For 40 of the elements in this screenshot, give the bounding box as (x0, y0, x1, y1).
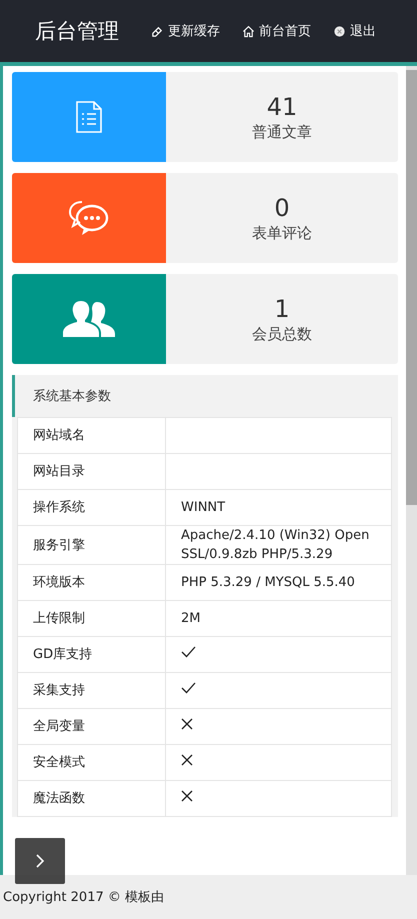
table-cell: GD库支持 (18, 636, 166, 672)
stat-value: 0 (274, 194, 290, 222)
stat-label: 普通文章 (252, 122, 312, 142)
home-icon (242, 24, 255, 38)
table-cell: 上传限制 (18, 600, 166, 636)
table-cell: 网站目录 (18, 454, 166, 490)
stat-label: 表单评论 (252, 224, 312, 242)
stat-value: 41 (266, 92, 298, 120)
table-cell: 操作系统 (18, 490, 166, 526)
table-cell: 环境版本 (18, 564, 166, 600)
eraser-icon (151, 24, 164, 38)
table-cell: PHP 5.3.29 / MYSQL 5.5.40 (166, 564, 392, 600)
users-icon (61, 299, 117, 339)
cross-icon (181, 718, 193, 730)
table-cell: 服务引擎 (18, 526, 166, 564)
expand-button[interactable] (15, 838, 65, 884)
table-cell: 采集支持 (18, 672, 166, 708)
chevron-right-icon (35, 853, 45, 869)
cross-icon (181, 754, 193, 766)
close-icon (333, 24, 346, 38)
copyright-text: Copyright 2017 © 模板由 (3, 889, 164, 906)
check-icon (181, 646, 196, 658)
table-cell: 安全模式 (18, 744, 166, 780)
nav-link[interactable]: 退出 (333, 22, 376, 40)
stat-value: 1 (274, 294, 290, 322)
chat-icon (68, 198, 110, 238)
table-cell: Apache/2.4.10 (Win32) OpenSSL/0.9.8zb PHP/5.3.29 (166, 526, 392, 564)
cross-icon (181, 790, 193, 802)
stat-label: 会员总数 (252, 324, 312, 344)
nav-link[interactable]: 更新缓存 (151, 22, 220, 40)
table-cell: 2M (166, 600, 392, 636)
nav-link[interactable]: 前台首页 (242, 22, 311, 40)
panel-title: 系统基本参数 (33, 388, 111, 405)
scrollbar[interactable] (406, 66, 417, 875)
table-cell: 网站域名 (18, 418, 166, 454)
site-title: 后台管理 (35, 18, 120, 45)
table-cell: 全局变量 (18, 708, 166, 744)
table-cell: WINNT (166, 490, 392, 526)
check-icon (181, 682, 196, 694)
table-cell: 魔法函数 (18, 780, 166, 816)
